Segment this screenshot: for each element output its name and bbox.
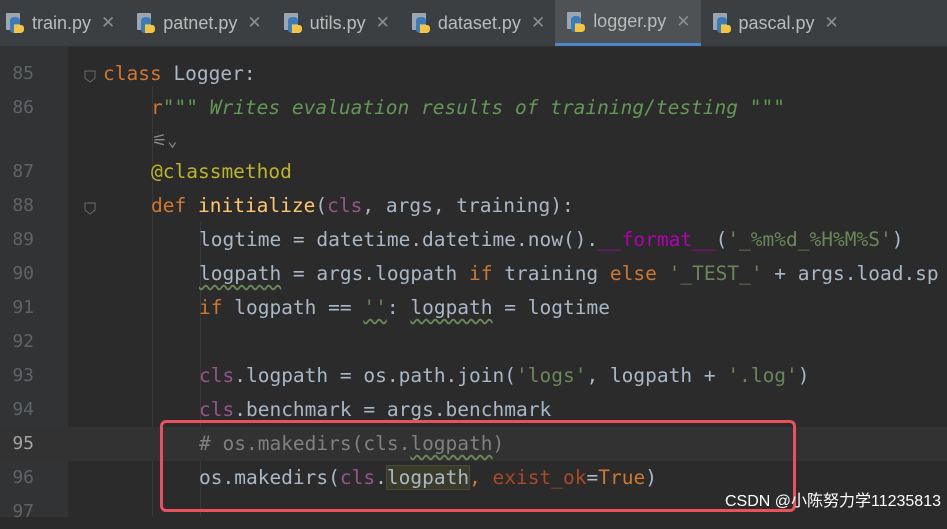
close-icon[interactable]: ✕ [247, 13, 261, 33]
python-file-icon [410, 12, 432, 34]
line-number: 90 [12, 263, 34, 284]
watermark: CSDN @小陈努力学11235813 [724, 493, 941, 510]
tab-label: dataset.py [437, 12, 521, 33]
line-number: 91 [12, 297, 34, 318]
line-number: 96 [12, 467, 34, 488]
close-icon[interactable]: ✕ [676, 12, 690, 32]
tab-dataset-py[interactable]: dataset.py ✕ [400, 0, 555, 46]
code-text: cls.logpath = os.path.join('logs', logpa… [199, 364, 810, 387]
line-number: 85 [12, 63, 34, 84]
code-text: def initialize(cls, args, training): [151, 194, 574, 217]
python-file-icon [711, 12, 733, 34]
tab-pascal-py[interactable]: pascal.py ✕ [701, 0, 849, 46]
code-line[interactable]: 91 if logpath == '': logpath = logtime [0, 291, 947, 325]
line-number: 86 [12, 97, 34, 118]
tab-label: logger.py [593, 11, 667, 31]
code-text: class Logger: [103, 62, 256, 85]
line-number: 89 [12, 229, 34, 250]
line-number: 92 [12, 331, 34, 352]
tab-label: utils.py [309, 12, 366, 33]
code-line[interactable]: 89 logtime = datetime.datetime.now().__f… [0, 223, 947, 257]
line-number: 97 [12, 501, 34, 522]
code-text: if logpath == '': logpath = logtime [199, 296, 610, 319]
close-icon[interactable]: ✕ [825, 13, 839, 33]
python-file-icon [282, 12, 304, 34]
line-number: 94 [12, 399, 34, 420]
close-icon[interactable]: ✕ [376, 13, 390, 33]
code-line[interactable]: 93 cls.logpath = os.path.join('logs', lo… [0, 359, 947, 393]
code-line[interactable]: 86 r""" Writes evaluation results of tra… [0, 91, 947, 125]
python-file-icon [4, 12, 26, 34]
tab-label: train.py [32, 12, 92, 33]
line-number: 88 [12, 195, 34, 216]
tab-logger-py[interactable]: logger.py ✕ [555, 0, 701, 46]
inlay-hint-icon[interactable]: ⚟⌄ [152, 131, 177, 151]
inlay-hint-row: ⚟⌄ [0, 125, 947, 155]
python-file-icon [565, 11, 587, 33]
line-number: 95 [12, 433, 34, 454]
code-line[interactable]: 92 [0, 325, 947, 359]
editor-tab-bar: train.py ✕ patnet.py ✕ utils.py ✕ datase… [0, 0, 947, 47]
tab-label: patnet.py [163, 12, 238, 33]
code-line[interactable]: 87 @classmethod [0, 155, 947, 189]
annotation-highlight-box [160, 420, 796, 512]
tab-label: pascal.py [738, 12, 815, 33]
code-editor[interactable]: 85 class Logger: 86 r""" Writes evaluati… [0, 46, 947, 522]
code-line[interactable]: 90 logpath = args.logpath if training el… [0, 257, 947, 291]
code-text: r""" Writes evaluation results of traini… [151, 96, 785, 119]
code-line[interactable]: 85 class Logger: [0, 57, 947, 91]
close-icon[interactable]: ✕ [531, 13, 545, 33]
code-text: @classmethod [151, 160, 292, 183]
line-number: 87 [12, 161, 34, 182]
tab-utils-py[interactable]: utils.py ✕ [272, 0, 400, 46]
tab-train-py[interactable]: train.py ✕ [0, 0, 125, 46]
tab-patnet-py[interactable]: patnet.py ✕ [125, 0, 271, 46]
fold-icon[interactable] [84, 200, 96, 215]
python-file-icon [135, 12, 157, 34]
code-line[interactable]: 88 def initialize(cls, args, training): [0, 189, 947, 223]
close-icon[interactable]: ✕ [101, 13, 115, 33]
code-text: logtime = datetime.datetime.now().__form… [199, 228, 904, 251]
fold-icon[interactable] [84, 68, 96, 83]
line-number: 93 [12, 365, 34, 386]
code-text: logpath = args.logpath if training else … [199, 262, 939, 285]
